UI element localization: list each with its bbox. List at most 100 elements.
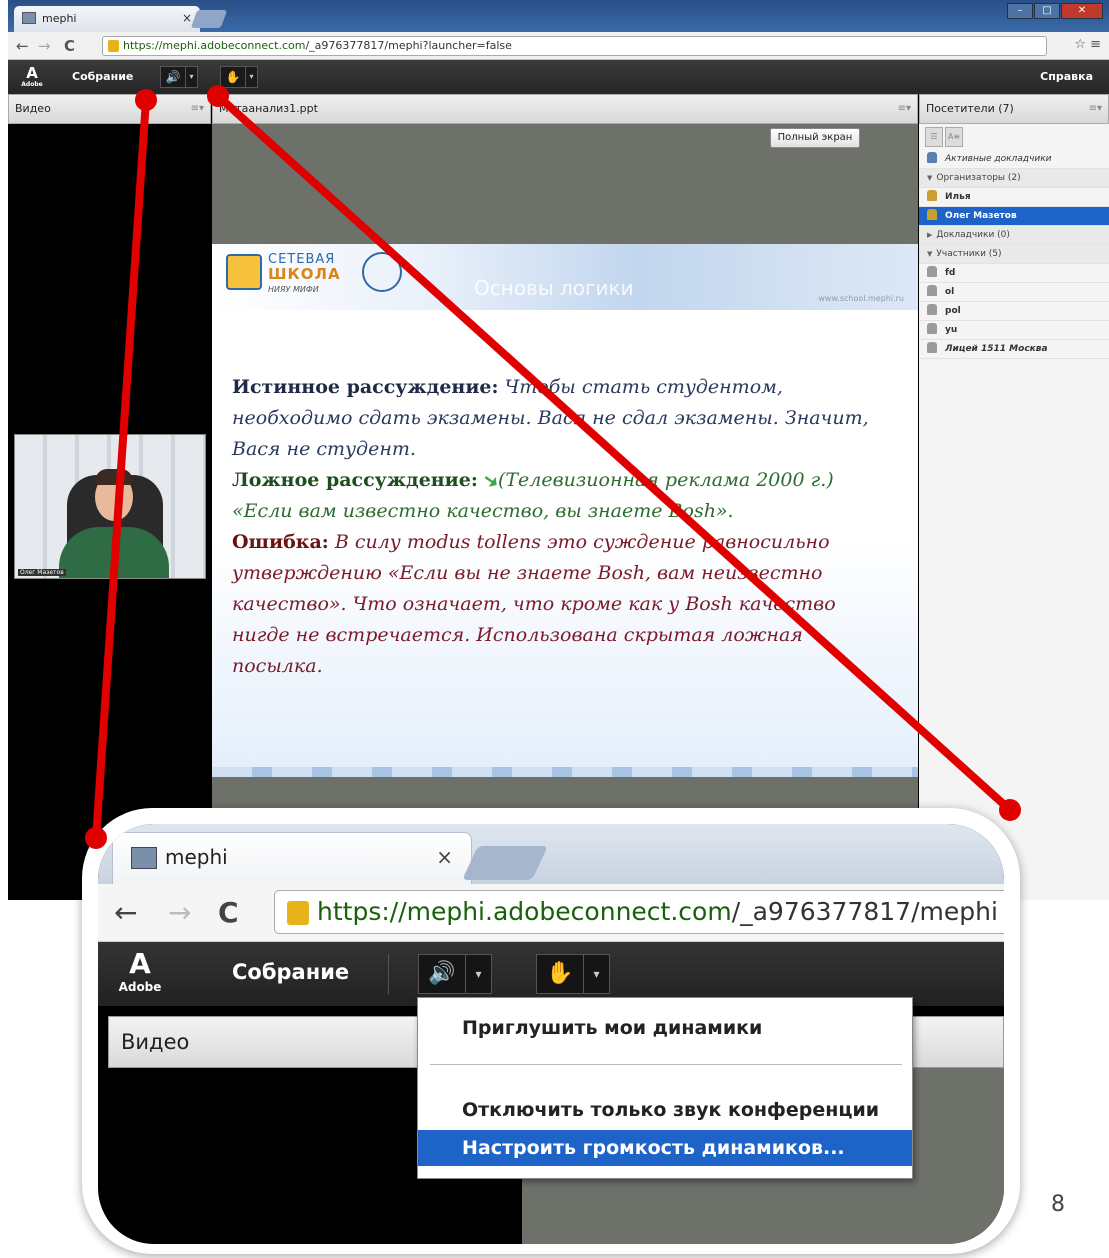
back-icon[interactable]: ← [114, 896, 137, 929]
fullscreen-button[interactable]: Полный экран [770, 128, 860, 148]
speaker-dropdown-menu: Приглушить мои динамики Отключить только… [417, 997, 913, 1179]
false-reasoning-paragraph: Ложное рассуждение: (Телевизионная рекла… [232, 469, 834, 522]
host-icon [927, 209, 937, 220]
video-pod-title: Видео [15, 102, 51, 115]
page-number: 8 [1051, 1192, 1065, 1217]
browser-toolbar: ← → C https://mephi.adobeconnect.com/_a9… [8, 32, 1109, 60]
speaker-control[interactable]: 🔊 ▾ [160, 66, 198, 88]
url-host: https://mephi.adobeconnect.com [123, 39, 306, 52]
inset-status-control[interactable]: ✋ ▾ [536, 954, 610, 994]
school-name: СЕТЕВАЯ ШКОЛА НИЯУ МИФИ [268, 252, 341, 294]
slide-title: Основы логики [474, 276, 634, 300]
menu-item-mute-conference-audio[interactable]: Отключить только звук конференции [418, 1092, 912, 1128]
webcam-caption: Олег Мазетов [18, 569, 66, 576]
menu-item-mute-speakers[interactable]: Приглушить мои динамики [418, 1010, 912, 1046]
true-reasoning-paragraph: Истинное рассуждение: Чтобы стать студен… [232, 376, 869, 460]
attendee-host-selected[interactable]: Олег Мазетов [919, 207, 1109, 226]
participant-icon [927, 266, 937, 277]
window-close-icon[interactable]: ✕ [1061, 3, 1103, 19]
slide-body: Истинное рассуждение: Чтобы стать студен… [232, 372, 898, 682]
inset-toolbar: ← → C https://mephi.adobeconnect.com/_a9… [98, 884, 1004, 942]
sort-icon[interactable]: A≡ [945, 127, 963, 147]
inset-address-bar[interactable]: https://mephi.adobeconnect.com/_a9763778… [274, 890, 1004, 934]
reload-icon[interactable]: C [218, 896, 239, 929]
attendees-pod-title: Посетители (7) [926, 102, 1014, 115]
error-paragraph: Ошибка: В силу modus tollens это суждени… [232, 531, 836, 677]
bookmark-star-icon[interactable]: ☆ ≡ [1074, 37, 1101, 52]
speaker-icon[interactable]: 🔊 [419, 955, 465, 993]
menu-divider [430, 1064, 902, 1065]
participant-icon [927, 342, 937, 353]
participant-icon [927, 323, 937, 334]
pod-options-icon[interactable]: ≡▾ [191, 95, 204, 123]
expand-icon: ▼ [927, 174, 933, 182]
attendee-participant[interactable]: fd [919, 264, 1109, 283]
attendee-participant[interactable]: Лицей 1511 Москва [919, 340, 1109, 359]
new-tab-button[interactable] [462, 846, 548, 880]
inset-tabstrip: mephi × [98, 824, 1004, 884]
video-pod: Олег Мазетов [8, 124, 211, 900]
webcam-feed: Олег Мазетов [14, 434, 206, 579]
inset-url-host: https://mephi.adobeconnect.com [317, 897, 732, 926]
status-dropdown-icon[interactable]: ▾ [245, 67, 257, 87]
raise-hand-icon[interactable]: ✋ [221, 67, 245, 87]
active-speakers-row[interactable]: Активные докладчики [919, 150, 1109, 169]
new-tab-button[interactable] [190, 10, 228, 28]
participants-group[interactable]: ▼ Участники (5) [919, 245, 1109, 264]
menu-item-adjust-speaker-volume[interactable]: Настроить громкость динамиков... [418, 1130, 912, 1166]
inset-browser-tab[interactable]: mephi × [112, 832, 472, 884]
share-pod-header: Метаанализ1.ppt ≡▾ [212, 94, 918, 124]
status-control[interactable]: ✋ ▾ [220, 66, 258, 88]
attendees-pod: ☰ A≡ Активные докладчики ▼ Организаторы (… [919, 124, 1109, 900]
hosts-group[interactable]: ▼ Организаторы (2) [919, 169, 1109, 188]
inset-url-path: /_a976377817/mephi [731, 897, 998, 926]
attendee-host[interactable]: Илья [919, 188, 1109, 207]
forward-icon[interactable]: → [168, 896, 191, 929]
presentation-slide: СЕТЕВАЯ ШКОЛА НИЯУ МИФИ Основы логики ww… [212, 244, 918, 777]
connect-appbar: A Adobe Собрание 🔊 ▾ ✋ ▾ Справка [8, 60, 1109, 94]
lock-icon [287, 901, 309, 925]
school-logo-icon [226, 254, 262, 290]
browser-tab[interactable]: mephi × [14, 6, 200, 32]
forward-icon[interactable]: → [38, 37, 51, 55]
zoom-inset: mephi × ← → C https://mephi.adobeconnect… [82, 808, 1020, 1254]
back-icon[interactable]: ← [16, 37, 29, 55]
pod-options-icon[interactable]: ≡▾ [1089, 95, 1102, 123]
raise-hand-icon[interactable]: ✋ [537, 955, 583, 993]
attendee-participant[interactable]: ol [919, 283, 1109, 302]
participant-icon [927, 304, 937, 315]
speaker-dropdown-icon[interactable]: ▾ [465, 955, 491, 993]
browser-tabstrip: mephi × – □ ✕ [8, 0, 1109, 32]
collapse-icon: ▶ [927, 231, 933, 239]
help-menu[interactable]: Справка [1040, 70, 1093, 83]
maximize-icon[interactable]: □ [1034, 3, 1060, 19]
video-pod-header: Видео ≡▾ [8, 94, 211, 124]
speaker-dropdown-icon[interactable]: ▾ [185, 67, 197, 87]
adobe-logo-icon: A Adobe [118, 947, 162, 995]
minimize-icon[interactable]: – [1007, 3, 1033, 19]
tab-close-icon[interactable]: × [182, 11, 192, 25]
tab-close-icon[interactable]: × [436, 845, 453, 869]
participant-icon [927, 285, 937, 296]
list-view-icon[interactable]: ☰ [925, 127, 943, 147]
attendee-participant[interactable]: pol [919, 302, 1109, 321]
adobe-logo-icon: A Adobe [21, 64, 43, 88]
tab-title: mephi [42, 12, 77, 25]
favicon-icon [22, 12, 36, 24]
slide-header: СЕТЕВАЯ ШКОЛА НИЯУ МИФИ Основы логики ww… [212, 244, 918, 310]
attendee-participant[interactable]: yu [919, 321, 1109, 340]
presenters-group[interactable]: ▶ Докладчики (0) [919, 226, 1109, 245]
share-pod-title: Метаанализ1.ppt [219, 102, 318, 115]
inset-tab-title: mephi [165, 845, 228, 869]
meeting-menu[interactable]: Собрание [72, 70, 133, 83]
inset-speaker-control[interactable]: 🔊 ▾ [418, 954, 492, 994]
slide-footer-band [212, 767, 918, 777]
speaker-icon[interactable]: 🔊 [161, 67, 185, 87]
pod-options-icon[interactable]: ≡▾ [898, 95, 911, 123]
inset-meeting-menu[interactable]: Собрание [232, 960, 349, 984]
favicon-icon [131, 847, 157, 869]
address-bar[interactable]: https://mephi.adobeconnect.com/_a9763778… [102, 36, 1047, 56]
status-dropdown-icon[interactable]: ▾ [583, 955, 609, 993]
reload-icon[interactable]: C [64, 37, 75, 55]
lock-icon [108, 40, 119, 52]
